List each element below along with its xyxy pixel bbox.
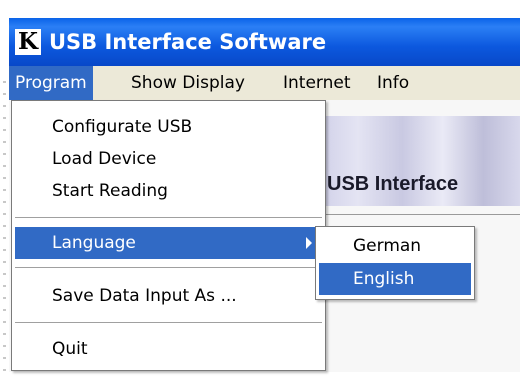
edge-pattern [3,78,6,378]
menu-item-label: Quit [52,339,88,359]
window-title: USB Interface Software [49,30,327,54]
menu-item-quit[interactable]: Quit [12,333,325,365]
title-bar[interactable]: K USB Interface Software [9,18,520,66]
menu-internet[interactable]: Internet [277,66,357,100]
menu-separator [15,322,322,326]
submenu-item-label: English [353,269,415,289]
menu-item-configurate-usb[interactable]: Configurate USB [12,111,325,143]
desktop-edge [0,18,9,378]
menu-separator [15,267,322,271]
submenu-item-label: German [353,236,422,256]
banner-title: USB Interface [327,173,459,195]
submenu-item-english[interactable]: English [319,263,471,295]
submenu-arrow-icon [306,237,312,249]
menu-item-load-device[interactable]: Load Device [12,143,325,175]
menu-bar: Program Show Display Internet Info [9,66,520,100]
menu-item-start-reading[interactable]: Start Reading [12,175,325,207]
menu-item-label: Configurate USB [52,117,193,137]
menu-separator [15,217,322,221]
menu-item-label: Load Device [52,149,157,169]
app-logo-icon: K [15,29,41,55]
menu-program[interactable]: Program [9,66,93,100]
language-submenu: German English [315,226,475,300]
menu-item-label: Save Data Input As ... [52,286,237,306]
menu-item-save-data-input-as[interactable]: Save Data Input As ... [12,280,325,312]
menu-show-display[interactable]: Show Display [125,66,251,100]
menu-item-label: Language [52,233,136,253]
submenu-item-german[interactable]: German [319,230,471,262]
divider [317,214,520,215]
menu-item-language[interactable]: Language [15,227,322,259]
menu-item-label: Start Reading [52,181,168,201]
program-dropdown-menu: Configurate USB Load Device Start Readin… [11,100,326,371]
menu-info[interactable]: Info [371,66,415,100]
